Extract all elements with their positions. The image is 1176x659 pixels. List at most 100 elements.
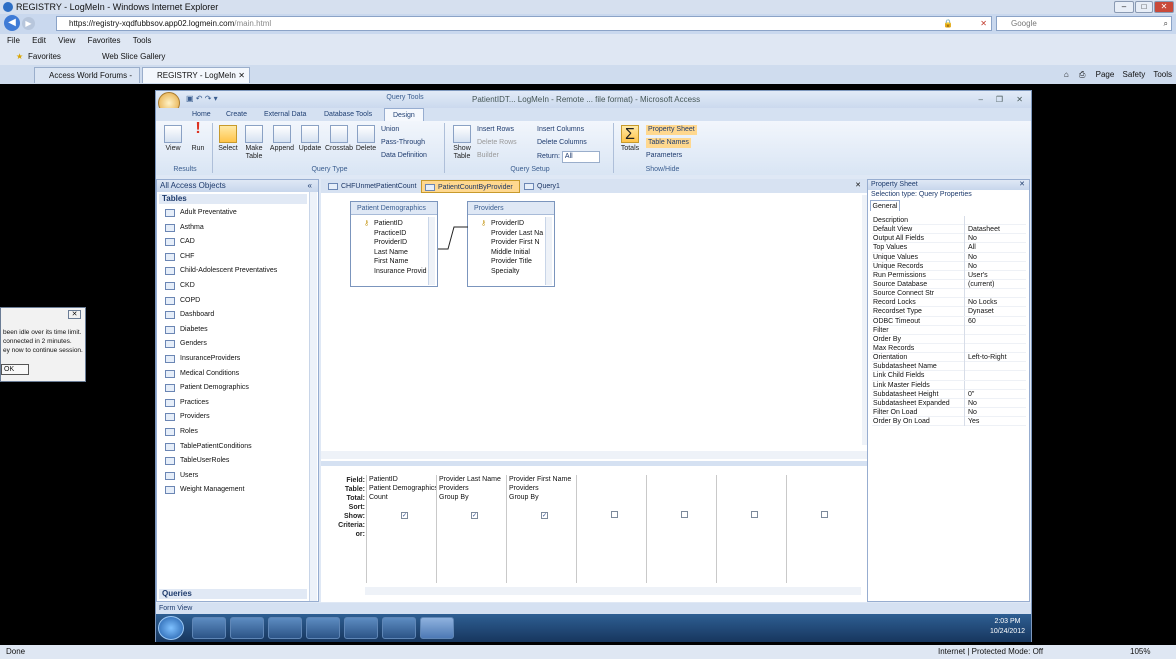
access-taskbar-icon[interactable] <box>420 617 454 639</box>
nav-table-item[interactable]: Roles <box>163 425 303 439</box>
property-row[interactable]: Max Records <box>872 343 1026 354</box>
property-value[interactable]: No <box>964 252 1026 262</box>
maximize-button[interactable]: □ <box>1135 1 1153 13</box>
grid-cell-or[interactable] <box>367 529 436 538</box>
grid-cell-criteria[interactable] <box>437 520 506 529</box>
menu-view[interactable]: View <box>58 36 75 45</box>
property-row[interactable]: Filter <box>872 325 1026 335</box>
nav-table-item[interactable]: Patient Demographics <box>163 381 303 395</box>
parameters-button[interactable]: Parameters <box>646 151 682 161</box>
close-button[interactable]: ✕ <box>1154 1 1174 13</box>
quick-access-toolbar[interactable]: ▣ ↶ ↷ ▾ <box>186 94 218 103</box>
grid-cell-table[interactable]: Patient Demographics <box>367 484 436 493</box>
grid-cell-criteria[interactable] <box>507 520 576 529</box>
property-row[interactable]: Subdatasheet Name <box>872 362 1026 372</box>
delete-rows-button[interactable]: Delete Rows <box>477 138 517 148</box>
property-value[interactable] <box>964 334 1026 344</box>
field-item[interactable]: Last Name <box>351 248 437 258</box>
nav-table-item[interactable]: CKD <box>163 279 303 293</box>
favorites-button[interactable]: Favorites <box>28 48 61 65</box>
field-item[interactable]: Insurance Provid <box>351 267 437 277</box>
nav-table-item[interactable]: Practices <box>163 396 303 410</box>
grid-cell-or[interactable] <box>787 529 856 538</box>
property-value[interactable]: All <box>964 243 1026 253</box>
append-button[interactable]: Append <box>269 125 295 153</box>
nav-collapse-icon[interactable]: « <box>308 180 312 192</box>
property-row[interactable]: Orientation Left-to-Right <box>872 353 1026 363</box>
table-box-providers[interactable]: Providers ⚷ ProviderID Provider Last Na P… <box>467 201 555 287</box>
property-row[interactable]: Source Database (current) <box>872 279 1026 290</box>
access-restore-button[interactable]: ❐ <box>996 91 1003 108</box>
property-row[interactable]: Filter On Load No <box>872 407 1026 418</box>
grid-cell-total[interactable] <box>647 493 716 502</box>
nav-table-item[interactable]: Adult Preventative <box>163 206 303 220</box>
ie-taskbar-icon[interactable] <box>192 617 226 639</box>
nav-section-tables[interactable]: Tables <box>159 194 307 204</box>
property-row[interactable]: Subdatasheet Expanded No <box>872 398 1026 408</box>
nav-table-item[interactable]: TablePatientConditions <box>163 440 303 454</box>
tab-general[interactable]: General <box>870 200 900 211</box>
delete-columns-button[interactable]: Delete Columns <box>537 138 587 148</box>
close-document-icon[interactable]: ✕ <box>855 179 861 193</box>
grid-cell-table[interactable]: Providers <box>437 484 506 493</box>
show-checkbox[interactable]: ✓ <box>541 512 548 519</box>
field-item[interactable]: Provider First N <box>468 238 554 248</box>
property-value[interactable]: No <box>964 407 1026 417</box>
insert-columns-button[interactable]: Insert Columns <box>537 125 584 135</box>
property-sheet-button[interactable]: Property Sheet <box>646 125 697 135</box>
grid-cell-sort[interactable] <box>507 502 576 511</box>
close-tab-icon[interactable]: ✕ <box>238 68 245 83</box>
field-item[interactable]: Middle Initial <box>468 248 554 258</box>
show-checkbox[interactable] <box>681 511 688 518</box>
nav-table-item[interactable]: CHF <box>163 250 303 264</box>
grid-cell-or[interactable] <box>577 529 646 538</box>
access-minimize-button[interactable]: – <box>979 91 983 108</box>
property-row[interactable]: Order By On Load Yes <box>872 417 1026 427</box>
grid-cell-field[interactable] <box>577 475 646 484</box>
tab-create[interactable]: Create <box>218 108 255 121</box>
field-item[interactable]: ⚷ PatientID <box>351 219 437 229</box>
firefox-taskbar-icon[interactable] <box>306 617 340 639</box>
property-value[interactable]: No <box>964 261 1026 271</box>
field-item[interactable]: ProviderID <box>351 238 437 248</box>
table-box-scrollbar[interactable] <box>428 217 435 285</box>
grid-column[interactable]: PatientID Patient Demographics Count ✓ <box>366 475 436 583</box>
grid-cell-criteria[interactable] <box>577 520 646 529</box>
property-value[interactable]: Dynaset <box>964 307 1026 317</box>
grid-cell-field[interactable]: PatientID <box>367 475 436 484</box>
property-row[interactable]: Unique Values No <box>872 252 1026 262</box>
run-button[interactable]: ! Run <box>187 121 209 153</box>
grid-column[interactable] <box>716 475 786 583</box>
tab-external-data[interactable]: External Data <box>256 108 314 121</box>
field-item[interactable]: ⚷ ProviderID <box>468 219 554 229</box>
property-value[interactable]: Yes <box>964 417 1026 427</box>
show-checkbox[interactable]: ✓ <box>401 512 408 519</box>
explorer-taskbar-icon[interactable] <box>230 617 264 639</box>
property-value[interactable] <box>964 371 1026 381</box>
field-item[interactable]: Provider Last Na <box>468 229 554 239</box>
return-select[interactable]: All <box>561 151 600 163</box>
property-value[interactable] <box>964 289 1026 299</box>
grid-cell-criteria[interactable] <box>717 520 786 529</box>
show-table-button[interactable]: Show Table <box>451 125 473 161</box>
property-row[interactable]: ODBC Timeout 60 <box>872 316 1026 326</box>
property-row[interactable]: Link Child Fields <box>872 371 1026 381</box>
property-row[interactable]: Source Connect Str <box>872 289 1026 299</box>
grid-cell-field[interactable] <box>717 475 786 484</box>
dialog-close-button[interactable]: ✕ <box>68 310 81 319</box>
grid-cell-total[interactable] <box>717 493 786 502</box>
property-value[interactable]: Datasheet <box>964 225 1026 235</box>
insert-rows-button[interactable]: Insert Rows <box>477 125 514 135</box>
safety-menu[interactable]: Safety <box>1123 70 1146 79</box>
property-value[interactable]: (current) <box>964 279 1026 289</box>
property-value[interactable]: 0" <box>964 389 1026 399</box>
grid-cell-field[interactable]: Provider First Name <box>507 475 576 484</box>
show-checkbox[interactable] <box>751 511 758 518</box>
property-value[interactable]: No Locks <box>964 298 1026 308</box>
data-definition-button[interactable]: Data Definition <box>381 151 427 161</box>
doc-tab-patientcountbyprovider[interactable]: PatientCountByProvider <box>421 180 520 193</box>
nav-table-item[interactable]: Child-Adolescent Preventatives <box>163 264 303 278</box>
nav-table-item[interactable]: Weight Management <box>163 483 303 497</box>
print-icon[interactable]: ⎙ <box>1079 70 1085 79</box>
access-close-button[interactable]: ✕ <box>1016 91 1023 108</box>
